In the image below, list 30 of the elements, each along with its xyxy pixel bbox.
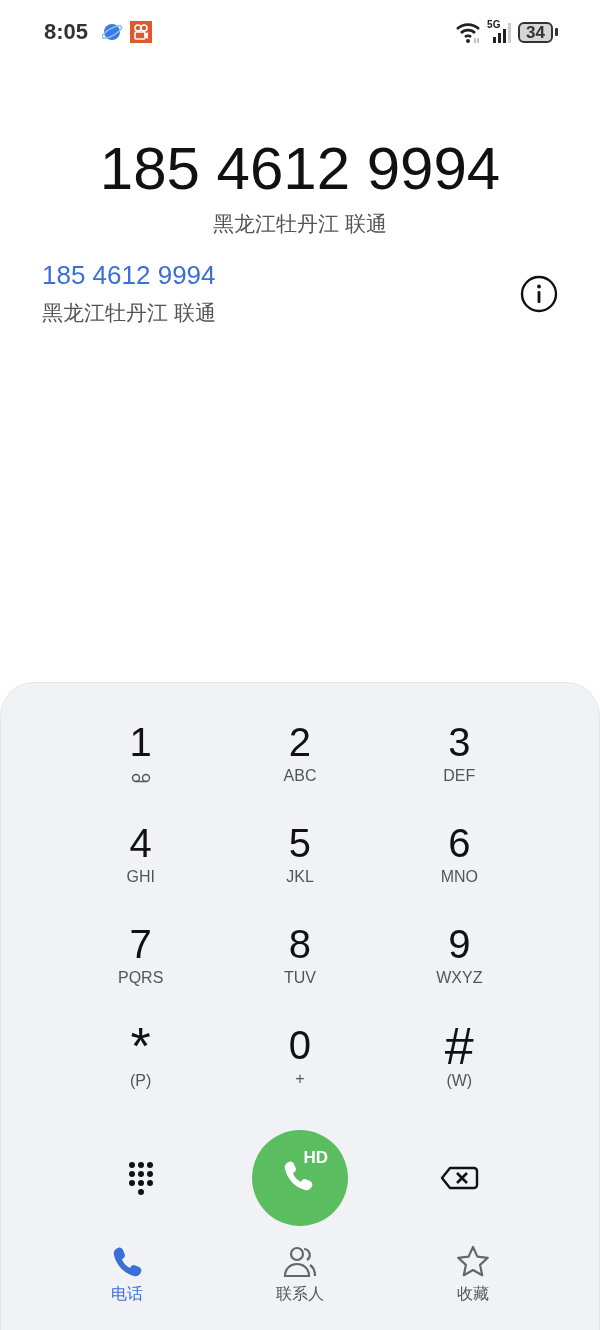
dial-key[interactable]: 5 JKL — [220, 810, 380, 911]
voicemail-icon — [130, 773, 151, 783]
number-location: 黑龙江牡丹江 联通 — [213, 211, 387, 237]
dial-key[interactable]: 9 WXYZ — [379, 911, 539, 1012]
nav-tab[interactable]: 电话 — [41, 1244, 214, 1305]
globe-icon — [102, 22, 125, 42]
wifi-icon — [455, 20, 482, 44]
video-app-icon — [130, 21, 153, 43]
network-type: 5G — [487, 19, 501, 30]
dialpad-icon[interactable] — [127, 1160, 154, 1196]
backspace-icon[interactable] — [439, 1165, 479, 1191]
suggested-number[interactable]: 185 4612 9994 — [42, 260, 216, 291]
dialed-number: 185 4612 9994 — [99, 134, 501, 204]
dial-key[interactable]: 7 PQRS — [61, 911, 221, 1012]
dial-key[interactable]: 6 MNO — [379, 810, 539, 911]
dial-key[interactable]: 0 + — [220, 1012, 380, 1113]
dial-key[interactable]: 8 TUV — [220, 911, 380, 1012]
status-time: 8:05 — [44, 19, 89, 45]
suggested-location: 黑龙江牡丹江 联通 — [42, 300, 216, 326]
dial-key[interactable]: 3 DEF — [379, 709, 539, 810]
dial-key[interactable]: 4 GHI — [61, 810, 221, 911]
dial-key[interactable]: 2 ABC — [220, 709, 380, 810]
nav-tab[interactable]: 收藏 — [386, 1244, 559, 1305]
battery-level: 34 — [518, 21, 553, 43]
info-icon[interactable] — [520, 274, 558, 313]
dial-key[interactable]: * (P) — [61, 1012, 221, 1113]
people-icon — [282, 1244, 318, 1280]
nav-tab[interactable]: 联系人 — [213, 1244, 387, 1305]
dial-key[interactable]: 1 — [61, 709, 221, 810]
dial-key[interactable]: # (W) — [379, 1012, 539, 1113]
